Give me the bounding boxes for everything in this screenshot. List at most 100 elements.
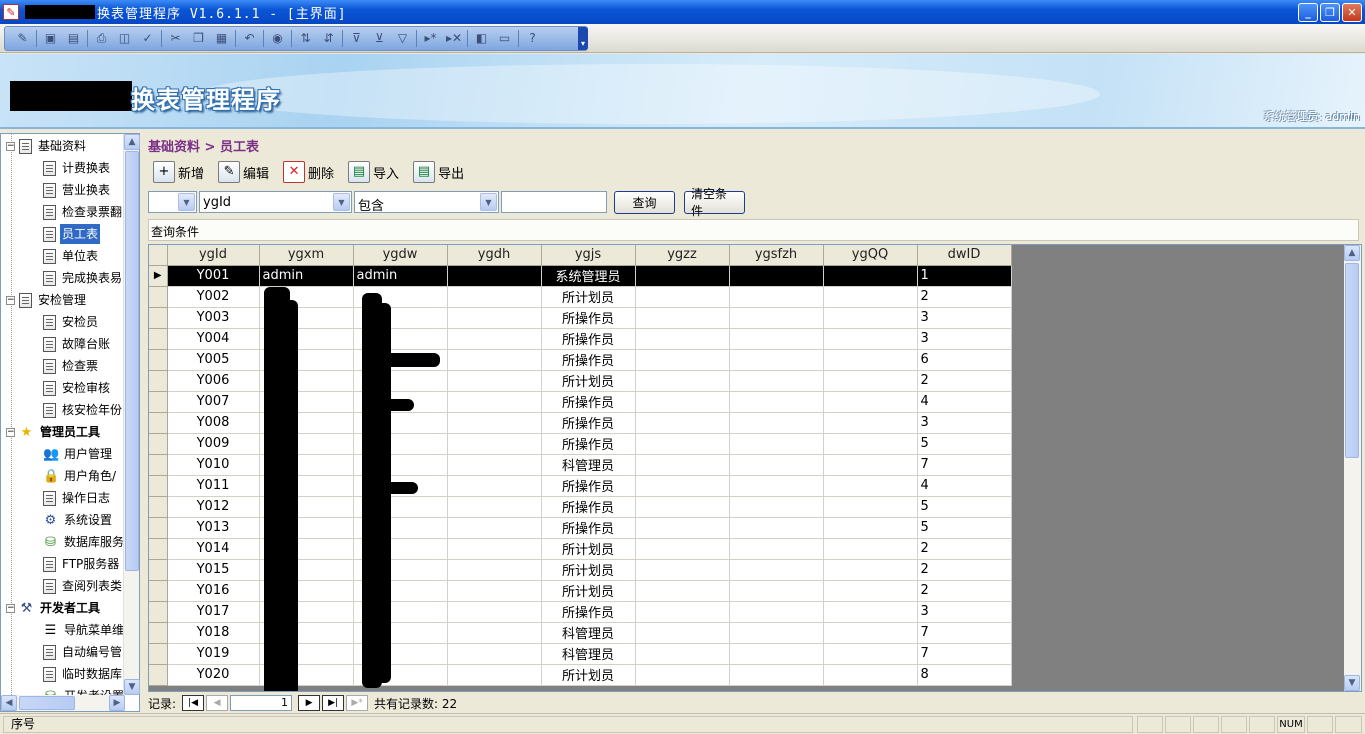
tree-item[interactable]: 员工表 [43, 224, 101, 244]
row-selector[interactable] [149, 601, 168, 623]
tree-item[interactable]: 单位表 [43, 246, 100, 266]
tree-item[interactable]: 安检员 [43, 312, 100, 332]
tree-item[interactable]: − 安检管理 [6, 290, 88, 310]
cell-ygqq[interactable] [823, 328, 918, 350]
cell-ygjs[interactable]: 所操作员 [541, 328, 636, 350]
column-header-ygdw[interactable]: ygdw [353, 245, 448, 266]
next-record-icon[interactable]: ▶ [298, 695, 321, 711]
cell-ygid[interactable]: Y011 [167, 475, 260, 497]
column-header-ygjs[interactable]: ygjs [541, 245, 636, 266]
cell-ygid[interactable]: Y004 [167, 328, 260, 350]
cell-ygdh[interactable] [447, 601, 542, 623]
cell-ygqq[interactable] [823, 370, 918, 392]
tree-item[interactable]: ⛁开发者设置 [43, 686, 125, 696]
cell-dwid[interactable]: 4 [917, 391, 1012, 413]
cell-ygdh[interactable] [447, 496, 542, 518]
cell-ygqq[interactable] [823, 433, 918, 455]
cell-dwid[interactable]: 8 [917, 664, 1012, 686]
row-selector[interactable] [149, 391, 168, 413]
row-selector[interactable] [149, 286, 168, 308]
restore-button[interactable]: ❐ [1320, 3, 1340, 22]
hyperlink-icon[interactable]: ◉ [270, 31, 285, 46]
cut-icon[interactable]: ✂ [168, 31, 183, 46]
cell-dwid[interactable]: 2 [917, 286, 1012, 308]
scroll-left-icon[interactable]: ◀ [1, 695, 17, 711]
filter-by-form-icon[interactable]: ⊻ [372, 31, 387, 46]
cell-ygzz[interactable] [635, 349, 730, 371]
nav-tree-horizontal-scrollbar[interactable]: ◀ ▶ [1, 695, 125, 711]
cell-ygsfzh[interactable] [729, 412, 824, 434]
cell-ygzz[interactable] [635, 664, 730, 686]
cell-ygqq[interactable] [823, 559, 918, 581]
properties-icon[interactable]: ▤ [66, 31, 81, 46]
cell-ygzz[interactable] [635, 286, 730, 308]
apply-filter-icon[interactable]: ▽ [395, 31, 410, 46]
cell-ygsfzh[interactable] [729, 475, 824, 497]
cell-ygsfzh[interactable] [729, 622, 824, 644]
table-row[interactable]: ▶ Y001 admin admin 系统管理员 1 [149, 265, 1012, 287]
cell-ygzz[interactable] [635, 433, 730, 455]
cell-ygid[interactable]: Y001 [167, 265, 260, 287]
row-selector[interactable] [149, 559, 168, 581]
query-button[interactable]: 查询 [614, 190, 675, 214]
cell-ygjs[interactable]: 所操作员 [541, 601, 636, 623]
cell-ygid[interactable]: Y007 [167, 391, 260, 413]
cell-ygqq[interactable] [823, 307, 918, 329]
cell-ygsfzh[interactable] [729, 559, 824, 581]
cell-ygdh[interactable] [447, 580, 542, 602]
scroll-up-icon[interactable]: ▲ [1344, 245, 1360, 261]
cell-ygjs[interactable]: 所操作员 [541, 517, 636, 539]
scroll-thumb[interactable] [19, 696, 75, 710]
cell-ygqq[interactable] [823, 412, 918, 434]
new-record-nav-icon[interactable]: ▶* [346, 695, 369, 711]
cell-ygjs[interactable]: 所操作员 [541, 433, 636, 455]
cell-ygdh[interactable] [447, 433, 542, 455]
column-header-ygxm[interactable]: ygxm [259, 245, 354, 266]
clear-conditions-button[interactable]: 清空条件 [684, 187, 745, 218]
cell-ygid[interactable]: Y012 [167, 496, 260, 518]
cell-ygdh[interactable] [447, 643, 542, 665]
column-header-ygid[interactable]: ygId [167, 245, 260, 266]
cell-ygdh[interactable] [447, 391, 542, 413]
cell-ygqq[interactable] [823, 265, 918, 287]
tree-item[interactable]: 🔒 用户角色/ [43, 466, 118, 486]
cell-ygdh[interactable] [447, 370, 542, 392]
cell-ygqq[interactable] [823, 496, 918, 518]
row-selector[interactable] [149, 517, 168, 539]
row-selector[interactable] [149, 349, 168, 371]
cell-dwid[interactable]: 1 [917, 265, 1012, 287]
cell-ygjs[interactable]: 所计划员 [541, 664, 636, 686]
cell-dwid[interactable]: 2 [917, 559, 1012, 581]
cell-ygqq[interactable] [823, 664, 918, 686]
column-header-dwid[interactable]: dwID [917, 245, 1012, 266]
scroll-right-icon[interactable]: ▶ [109, 695, 125, 711]
cell-ygid[interactable]: Y018 [167, 622, 260, 644]
cell-ygsfzh[interactable] [729, 265, 824, 287]
cell-ygjs[interactable]: 所操作员 [541, 391, 636, 413]
cell-dwid[interactable]: 5 [917, 433, 1012, 455]
last-record-icon[interactable]: ▶| [322, 695, 345, 711]
cell-ygzz[interactable] [635, 517, 730, 539]
column-header-ygqq[interactable]: ygQQ [823, 245, 918, 266]
chevron-down-icon[interactable]: ▼ [480, 193, 497, 211]
cell-ygjs[interactable]: 科管理员 [541, 643, 636, 665]
tree-item[interactable]: 故障台账 [43, 334, 112, 354]
cell-ygid[interactable]: Y005 [167, 349, 260, 371]
cell-ygqq[interactable] [823, 643, 918, 665]
delete-button[interactable]: ✕ 删除 [280, 159, 337, 185]
tree-item[interactable]: 安检审核 [43, 378, 112, 398]
cell-ygid[interactable]: Y003 [167, 307, 260, 329]
cell-ygdh[interactable] [447, 538, 542, 560]
current-row-indicator-icon[interactable]: ▶ [149, 265, 168, 287]
filter-by-selection-icon[interactable]: ⊽ [349, 31, 364, 46]
cell-ygsfzh[interactable] [729, 538, 824, 560]
tree-item[interactable]: − ⚒ 开发者工具 [6, 598, 102, 618]
cell-ygid[interactable]: Y008 [167, 412, 260, 434]
cell-dwid[interactable]: 4 [917, 475, 1012, 497]
tree-item[interactable]: 完成换表易 [43, 268, 124, 288]
toolbar-options-icon[interactable]: ▾ [578, 27, 588, 50]
cell-ygzz[interactable] [635, 643, 730, 665]
edit-button[interactable]: ✎ 编辑 [215, 159, 272, 185]
cell-ygsfzh[interactable] [729, 391, 824, 413]
tree-item[interactable]: 👥 用户管理 [43, 444, 114, 464]
